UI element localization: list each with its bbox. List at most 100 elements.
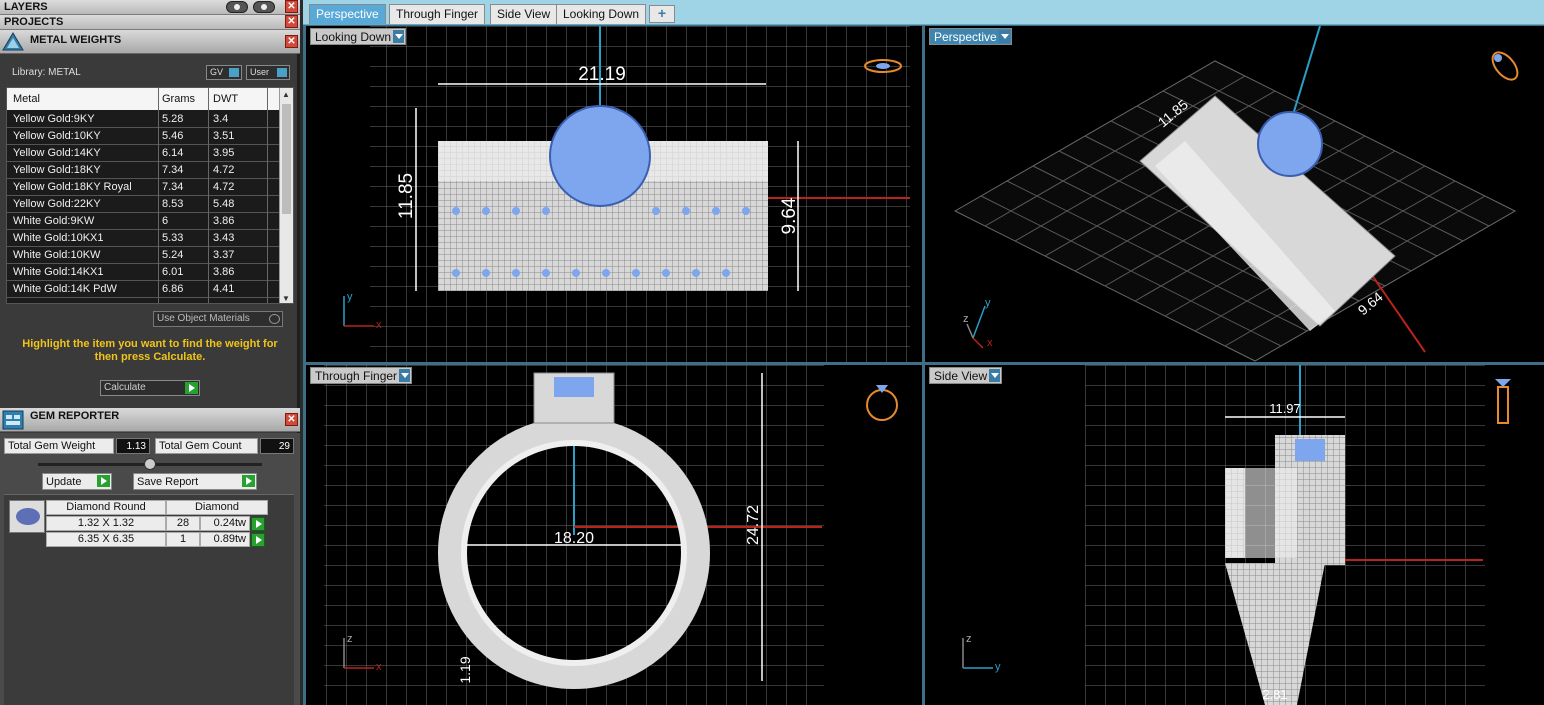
looking-down-canvas: 21.19 11.85 9.64 y x bbox=[343, 26, 910, 362]
table-row[interactable]: White Gold:14K PdW 6.86 4.41 bbox=[7, 281, 279, 298]
layers-header[interactable]: LAYERS ✕ bbox=[0, 0, 300, 15]
scrollbar-thumb[interactable] bbox=[282, 104, 291, 214]
axis-gizmo: z y x bbox=[963, 297, 993, 349]
dwt-value: 3.51 bbox=[213, 130, 235, 142]
metal-weights-title: METAL WEIGHTS bbox=[30, 34, 122, 46]
gem-reporter-header: GEM REPORTER ✕ bbox=[0, 408, 300, 432]
dim-shank-width: 2.81 bbox=[1262, 687, 1287, 702]
viewport-label: Looking Down bbox=[315, 30, 392, 44]
play-icon[interactable] bbox=[242, 475, 255, 487]
table-row[interactable]: White Gold:14KX1 6.01 3.86 bbox=[7, 264, 279, 281]
play-icon[interactable] bbox=[251, 517, 265, 531]
dwt-value: 4.72 bbox=[213, 164, 235, 176]
chevron-down-icon[interactable] bbox=[393, 30, 405, 43]
ring-thumbnail-icon bbox=[1491, 51, 1519, 81]
viewport-menu[interactable]: Perspective bbox=[929, 28, 1012, 45]
metal-name: Yellow Gold:9KY bbox=[13, 113, 95, 125]
gem-slider-handle[interactable] bbox=[144, 458, 156, 470]
add-tab-icon[interactable]: + bbox=[649, 5, 675, 23]
chevron-down-icon[interactable] bbox=[989, 369, 1001, 382]
tab-through-finger[interactable]: Through Finger bbox=[389, 4, 486, 24]
table-row[interactable]: White Gold:10KX1 5.33 3.43 bbox=[7, 230, 279, 247]
user-toggle[interactable]: User bbox=[246, 65, 290, 80]
viewport-through-finger[interactable]: 18.20 24.72 1.19 z x Through Finger bbox=[306, 365, 922, 705]
viewport-menu[interactable]: Looking Down bbox=[310, 28, 407, 45]
grams-value: 5.33 bbox=[162, 232, 184, 244]
chevron-down-icon[interactable] bbox=[998, 30, 1010, 43]
table-row[interactable]: Yellow Gold:9KY 5.28 3.4 bbox=[7, 111, 279, 128]
viewport-perspective[interactable]: 11.85 9.64 z y x Perspective bbox=[925, 26, 1544, 362]
metal-table-scrollbar[interactable]: ▲ ▼ bbox=[279, 88, 293, 303]
table-row[interactable]: Yellow Gold:10KY 5.46 3.51 bbox=[7, 128, 279, 145]
library-label: Library: METAL bbox=[12, 67, 81, 78]
use-object-materials-checkbox[interactable]: Use Object Materials bbox=[153, 311, 283, 327]
metal-table[interactable]: Metal Grams DWT Yellow Gold:9KY 5.28 3.4 Ye… bbox=[6, 87, 294, 304]
total-gem-count-label: Total Gem Count bbox=[155, 438, 258, 454]
table-row[interactable]: Yellow Gold:18KY Royal 7.34 4.72 bbox=[7, 179, 279, 196]
axis-x-label: x bbox=[376, 319, 382, 331]
center-stone bbox=[1295, 439, 1325, 461]
play-icon[interactable] bbox=[251, 533, 265, 547]
col-metal[interactable]: Metal bbox=[13, 93, 40, 105]
viewport-side-view[interactable]: 11.97 2.81 z y Side View bbox=[925, 365, 1544, 705]
col-dwt[interactable]: DWT bbox=[213, 93, 238, 105]
total-gem-count-value: 29 bbox=[260, 438, 294, 454]
dwt-value: 3.86 bbox=[213, 215, 235, 227]
grams-value: 6 bbox=[162, 215, 169, 227]
axis-y-label: y bbox=[347, 291, 353, 303]
viewport-label: Through Finger bbox=[315, 369, 398, 383]
axis-z-label: z bbox=[347, 633, 353, 645]
user-label: User bbox=[250, 67, 270, 77]
use-object-materials-label: Use Object Materials bbox=[157, 313, 250, 324]
gv-toggle[interactable]: GV bbox=[206, 65, 242, 80]
layers-visibility-icon[interactable] bbox=[253, 1, 275, 13]
table-row[interactable]: Yellow Gold:22KY 8.53 5.48 bbox=[7, 196, 279, 213]
calculate-label: Calculate bbox=[104, 382, 146, 393]
metal-table-header: Metal Grams DWT bbox=[7, 88, 293, 110]
viewport-menu[interactable]: Side View bbox=[929, 367, 1003, 384]
close-icon[interactable]: ✕ bbox=[285, 413, 298, 426]
projects-header[interactable]: PROJECTS ✕ bbox=[0, 15, 300, 30]
table-row[interactable]: Yellow Gold:18KY 7.34 4.72 bbox=[7, 162, 279, 179]
scroll-up-icon[interactable]: ▲ bbox=[282, 90, 290, 99]
dwt-value: 3.86 bbox=[213, 266, 235, 278]
play-icon[interactable] bbox=[97, 475, 110, 487]
save-report-button[interactable]: Save Report bbox=[133, 473, 257, 490]
viewport-looking-down[interactable]: 21.19 11.85 9.64 y x Looking Down bbox=[306, 26, 922, 362]
gem-weight: 0.89tw bbox=[200, 532, 250, 547]
table-row[interactable]: White Gold:9KW 6 3.86 bbox=[7, 213, 279, 230]
calculate-button[interactable]: Calculate bbox=[100, 380, 200, 396]
chevron-down-icon[interactable] bbox=[399, 369, 411, 382]
gv-checkbox[interactable] bbox=[229, 68, 239, 77]
update-button[interactable]: Update bbox=[42, 473, 112, 490]
dim-side-width: 11.97 bbox=[1269, 401, 1301, 416]
grams-value: 7.34 bbox=[162, 164, 184, 176]
layers-eye-icon[interactable] bbox=[226, 1, 248, 13]
table-row[interactable]: Yellow Gold:14KY 6.14 3.95 bbox=[7, 145, 279, 162]
gem-count: 1 bbox=[166, 532, 200, 547]
viewport-menu[interactable]: Through Finger bbox=[310, 367, 413, 384]
update-label: Update bbox=[46, 476, 82, 488]
column-divider bbox=[158, 88, 159, 303]
metal-name: Yellow Gold:22KY bbox=[13, 198, 101, 210]
play-icon[interactable] bbox=[185, 382, 198, 394]
radio-icon[interactable] bbox=[269, 314, 280, 324]
axis-z-label: z bbox=[963, 313, 969, 325]
save-report-label: Save Report bbox=[137, 476, 199, 488]
metal-name: Yellow Gold:10KY bbox=[13, 130, 101, 142]
ring-thumbnail-icon bbox=[1495, 379, 1511, 424]
close-icon[interactable]: ✕ bbox=[285, 35, 298, 48]
col-grams[interactable]: Grams bbox=[162, 93, 195, 105]
table-row[interactable]: White Gold:10KW 5.24 3.37 bbox=[7, 247, 279, 264]
tab-looking-down[interactable]: Looking Down bbox=[556, 4, 647, 24]
tab-perspective[interactable]: Perspective bbox=[309, 4, 386, 24]
close-icon[interactable]: ✕ bbox=[285, 0, 298, 13]
dwt-value: 3.4 bbox=[213, 113, 229, 125]
tab-side-view[interactable]: Side View bbox=[490, 4, 558, 24]
scroll-down-icon[interactable]: ▼ bbox=[282, 294, 290, 303]
user-checkbox[interactable] bbox=[277, 68, 287, 77]
grams-value: 8.53 bbox=[162, 198, 184, 210]
close-icon[interactable]: ✕ bbox=[285, 15, 298, 28]
metal-name: White Gold:10KW bbox=[13, 249, 101, 261]
metal-name: Yellow Gold:18KY bbox=[13, 164, 101, 176]
